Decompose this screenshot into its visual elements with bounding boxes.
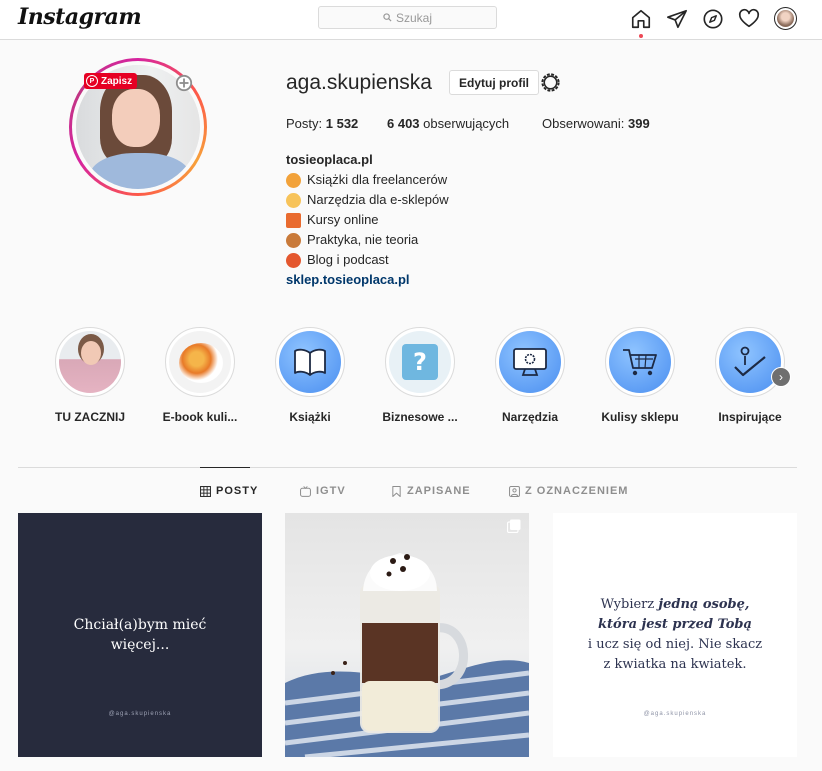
bio-link[interactable]: sklep.tosieoplaca.pl <box>286 270 449 290</box>
profile-bio: tosieoplaca.pl Książki dla freelancerów … <box>286 150 449 290</box>
followers-count[interactable]: 6 403 obserwujących <box>387 116 509 131</box>
emoji-icon <box>286 232 301 248</box>
highlight-photo <box>59 331 121 393</box>
bio-line: Kursy online <box>286 210 449 230</box>
top-navigation-bar: Instagram Szukaj <box>0 0 822 40</box>
tagged-icon <box>509 485 520 497</box>
tab-saved[interactable]: ZAPISANE <box>391 485 471 497</box>
emoji-icon <box>286 172 301 188</box>
search-placeholder: Szukaj <box>395 10 433 25</box>
post-tile[interactable] <box>285 513 529 757</box>
highlight-label: TU ZACZNIJ <box>55 410 125 424</box>
multiple-posts-icon <box>507 519 521 533</box>
book-icon <box>279 331 341 393</box>
highlight-ebook[interactable]: E-book kuli... <box>151 327 249 424</box>
pinterest-icon: P <box>86 75 98 87</box>
profile-username: aga.skupienska <box>286 71 432 94</box>
emoji-icon <box>286 252 301 268</box>
pinterest-save-button[interactable]: P Zapisz <box>84 73 138 89</box>
highlight-biznesowe[interactable]: ? Biznesowe ... <box>371 327 469 424</box>
bio-line: Blog i podcast <box>286 250 449 270</box>
following-count[interactable]: Obserwowani: 399 <box>542 116 650 131</box>
notification-dot <box>639 33 643 38</box>
heart-icon[interactable] <box>738 8 760 30</box>
edit-profile-button[interactable]: Edytuj profil <box>449 70 539 95</box>
post-tile[interactable]: Chciał(a)bym mieć więcej... @aga.skupien… <box>18 513 262 757</box>
explore-icon[interactable] <box>702 8 724 30</box>
tab-posts[interactable]: POSTY <box>200 485 258 497</box>
emoji-icon <box>286 212 301 228</box>
tabs-divider <box>18 467 797 468</box>
highlight-label: Inspirujące <box>718 410 782 424</box>
highlight-label: E-book kuli... <box>162 410 238 424</box>
post-handle: @aga.skupienska <box>108 711 172 717</box>
tab-igtv[interactable]: IGTV <box>300 485 346 497</box>
highlight-label: Książki <box>289 410 331 424</box>
gear-icon[interactable] <box>539 71 562 94</box>
monitor-icon <box>499 331 561 393</box>
post-tile[interactable]: Wybierz jedną osobę, która jest przed To… <box>553 513 797 757</box>
post-handle: @aga.skupienska <box>643 711 707 717</box>
search-input[interactable]: Szukaj <box>318 6 497 29</box>
direct-icon[interactable] <box>666 8 688 30</box>
chevron-right-icon[interactable]: › <box>771 367 791 387</box>
search-icon <box>383 13 392 22</box>
highlight-tu-zacznij[interactable]: TU ZACZNIJ <box>41 327 139 424</box>
bio-line: Książki dla freelancerów <box>286 170 449 190</box>
bio-line: Praktyka, nie teoria <box>286 230 449 250</box>
grid-icon <box>200 485 211 497</box>
avatar[interactable] <box>774 7 797 30</box>
add-circle-icon[interactable] <box>175 74 193 92</box>
bio-line: Narzędzia dla e-sklepów <box>286 190 449 210</box>
igtv-icon <box>300 485 311 497</box>
highlight-label: Kulisy sklepu <box>601 410 679 424</box>
emoji-icon <box>286 192 301 208</box>
active-tab-indicator <box>200 467 250 468</box>
highlight-label: Narzędzia <box>501 410 559 424</box>
instagram-logo[interactable]: Instagram <box>18 4 142 30</box>
posts-count: Posty: 1 532 <box>286 116 359 131</box>
post-text: Wybierz jedną osobę, która jest przed To… <box>587 597 763 672</box>
highlight-label: Biznesowe ... <box>382 410 458 424</box>
bookmark-icon <box>392 485 401 497</box>
highlight-kulisy-sklepu[interactable]: Kulisy sklepu <box>591 327 689 424</box>
shopping-cart-icon <box>609 331 671 393</box>
bio-site-name: tosieoplaca.pl <box>286 152 373 167</box>
highlight-photo <box>169 331 231 393</box>
mason-jar-drink-photo <box>285 553 529 757</box>
person-check-icon <box>719 331 781 393</box>
post-text: Chciał(a)bym mieć więcej... <box>73 617 207 653</box>
highlight-narzedzia[interactable]: Narzędzia <box>481 327 579 424</box>
puzzle-question-icon: ? <box>389 331 451 393</box>
home-icon[interactable] <box>630 8 652 38</box>
highlight-ksiazki[interactable]: Książki <box>261 327 359 424</box>
tab-tagged[interactable]: Z OZNACZENIEM <box>509 485 628 497</box>
pin-badge-label: Zapisz <box>101 75 133 87</box>
